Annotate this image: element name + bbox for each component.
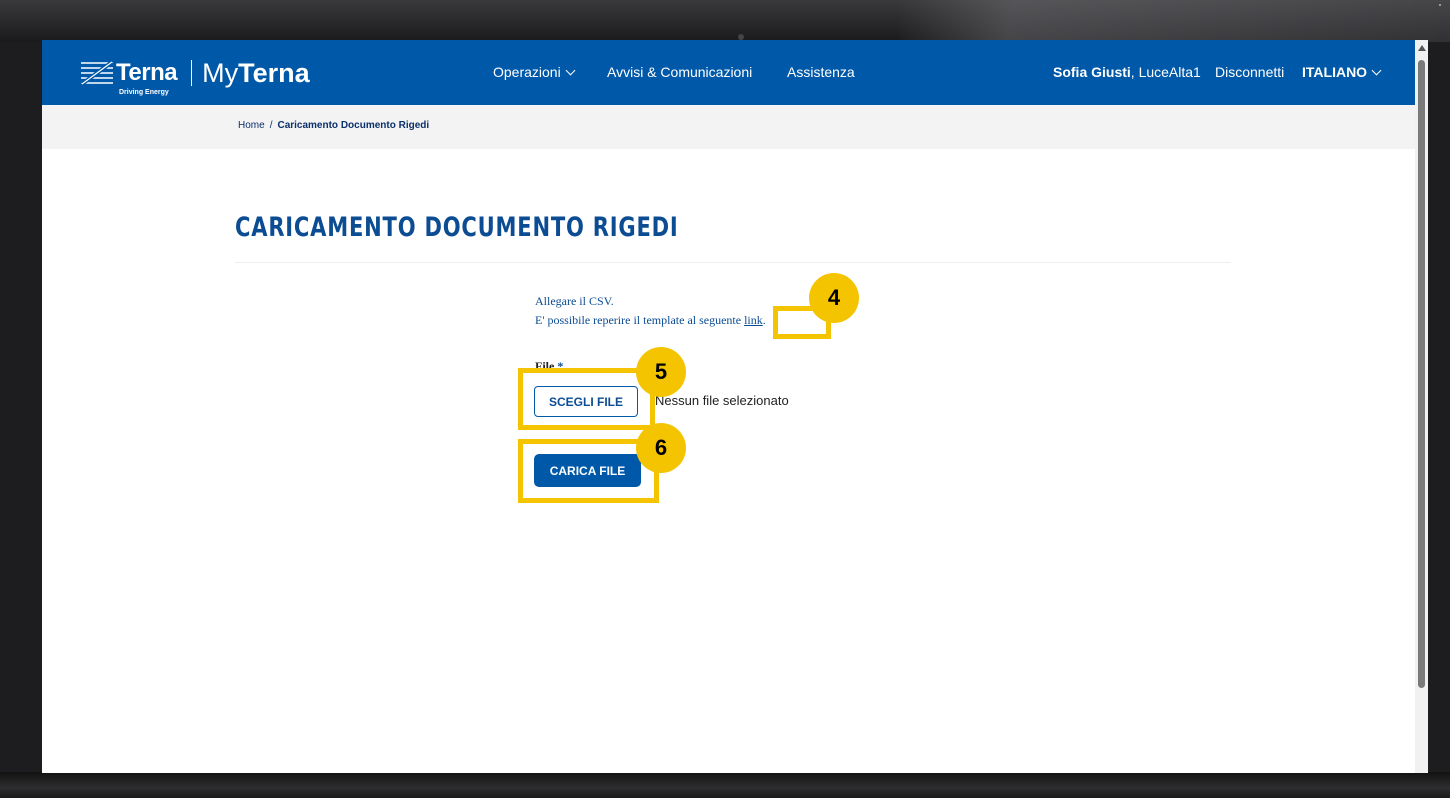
device-bezel-bottom xyxy=(0,772,1450,798)
user-profile[interactable]: Sofia Giusti, LuceAlta1 xyxy=(1053,64,1201,80)
instructions-text: E' possibile reperire il template al seg… xyxy=(535,313,745,327)
title-divider xyxy=(235,262,1231,263)
bezel-glare xyxy=(900,0,1450,42)
vertical-scrollbar[interactable] xyxy=(1415,40,1428,773)
browser-viewport: Terna Driving Energy MyTerna Operazioni … xyxy=(42,40,1428,773)
device-frame: Terna Driving Energy MyTerna Operazioni … xyxy=(0,0,1450,798)
breadcrumb-home[interactable]: Home xyxy=(238,120,265,131)
my-prefix: My xyxy=(202,57,239,88)
nav-operazioni[interactable]: Operazioni xyxy=(493,64,576,80)
link-suffix: . xyxy=(762,313,766,327)
terna-wordmark: Terna Driving Energy xyxy=(116,61,178,97)
user-account: , LuceAlta1 xyxy=(1130,64,1201,80)
breadcrumb: Home / Caricamento Documento Rigedi xyxy=(238,120,429,131)
page-title: CARICAMENTO DOCUMENTO RIGEDI xyxy=(235,212,679,243)
nav-avvisi-label: Avvisi & Comunicazioni xyxy=(607,64,753,80)
nav-assistenza[interactable]: Assistenza xyxy=(787,64,855,80)
step-badge-4: 4 xyxy=(809,273,859,323)
logout-label: Disconnetti xyxy=(1215,64,1285,80)
step-badge-5: 5 xyxy=(636,347,686,397)
highlight-box-step5 xyxy=(518,368,655,430)
user-name: Sofia Giusti xyxy=(1053,64,1131,80)
template-link[interactable]: link xyxy=(744,313,763,327)
language-selector[interactable]: ITALIANO xyxy=(1302,64,1382,80)
chevron-down-icon xyxy=(565,65,576,76)
instructions-line-1: Allegare il CSV. xyxy=(535,294,614,308)
step-badge-6: 6 xyxy=(636,423,686,473)
myterna-wordmark: MyTerna xyxy=(202,58,310,89)
nav-assistenza-label: Assistenza xyxy=(787,64,855,80)
terna-logo-icon xyxy=(80,60,114,86)
scrollbar-thumb[interactable] xyxy=(1418,60,1425,688)
logo-divider xyxy=(191,60,193,86)
file-status-text: Nessun file selezionato xyxy=(655,393,789,408)
instructions-line-2: E' possibile reperire il template al seg… xyxy=(535,313,766,328)
breadcrumb-bar: Home / Caricamento Documento Rigedi xyxy=(42,105,1428,149)
terna-tagline: Driving Energy xyxy=(119,89,169,96)
chevron-down-icon xyxy=(1371,65,1382,76)
header-bar: Terna Driving Energy MyTerna Operazioni … xyxy=(42,40,1428,105)
language-label: ITALIANO xyxy=(1302,64,1368,80)
my-name: Terna xyxy=(238,57,310,88)
nav-operazioni-label: Operazioni xyxy=(493,64,561,80)
nav-avvisi[interactable]: Avvisi & Comunicazioni xyxy=(607,64,752,80)
myterna-logo[interactable]: Terna Driving Energy MyTerna xyxy=(80,58,310,97)
terna-text: Terna xyxy=(116,59,178,86)
logout-link[interactable]: Disconnetti xyxy=(1215,64,1284,80)
breadcrumb-current: Caricamento Documento Rigedi xyxy=(277,120,430,131)
corner-mark xyxy=(1439,4,1441,6)
scroll-up-arrow-icon[interactable] xyxy=(1418,45,1426,51)
breadcrumb-separator: / xyxy=(269,120,273,131)
